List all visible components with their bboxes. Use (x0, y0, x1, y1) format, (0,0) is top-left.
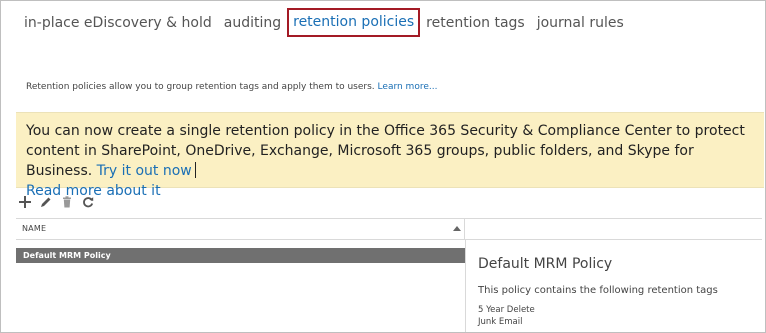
retention-tag-item: Junk Email (478, 317, 523, 327)
tab-retention-tags[interactable]: retention tags (426, 13, 525, 33)
tab-retention-policies[interactable]: retention policies (287, 8, 421, 37)
delete-icon (63, 196, 71, 208)
top-tabs: in-place eDiscovery & hold auditing rete… (24, 8, 636, 37)
column-divider (464, 218, 465, 240)
edit-button[interactable] (39, 195, 53, 209)
tab-journal-rules[interactable]: journal rules (537, 13, 624, 33)
delete-button[interactable] (60, 195, 74, 209)
refresh-button[interactable] (81, 195, 95, 209)
details-subtitle: This policy contains the following reten… (478, 285, 718, 296)
column-header-name[interactable]: NAME (22, 224, 46, 233)
learn-more-link[interactable]: Learn more... (378, 82, 438, 92)
details-title: Default MRM Policy (478, 256, 613, 272)
try-it-out-link[interactable]: Try it out now (97, 163, 192, 179)
policy-list: Default MRM Policy (16, 240, 465, 332)
info-banner: You can now create a single retention po… (16, 112, 764, 199)
table-header: NAME (16, 218, 762, 240)
refresh-icon (83, 197, 94, 208)
page-description: Retention policies allow you to group re… (26, 82, 437, 92)
add-button[interactable] (18, 195, 32, 209)
retention-tag-list: 5 Year Delete Junk Email (478, 304, 535, 328)
retention-tag-item: 5 Year Delete (478, 305, 535, 315)
tab-auditing[interactable]: auditing (224, 13, 281, 33)
toolbar (18, 195, 102, 209)
text-cursor (194, 162, 197, 178)
table-row[interactable]: Default MRM Policy (16, 248, 465, 263)
sort-ascending-icon[interactable] (453, 226, 461, 231)
details-pane: Default MRM Policy This policy contains … (465, 240, 764, 332)
edit-icon (41, 197, 51, 207)
add-icon (19, 196, 31, 208)
description-text: Retention policies allow you to group re… (26, 82, 375, 92)
tab-in-place-ediscovery-hold[interactable]: in-place eDiscovery & hold (24, 13, 212, 33)
